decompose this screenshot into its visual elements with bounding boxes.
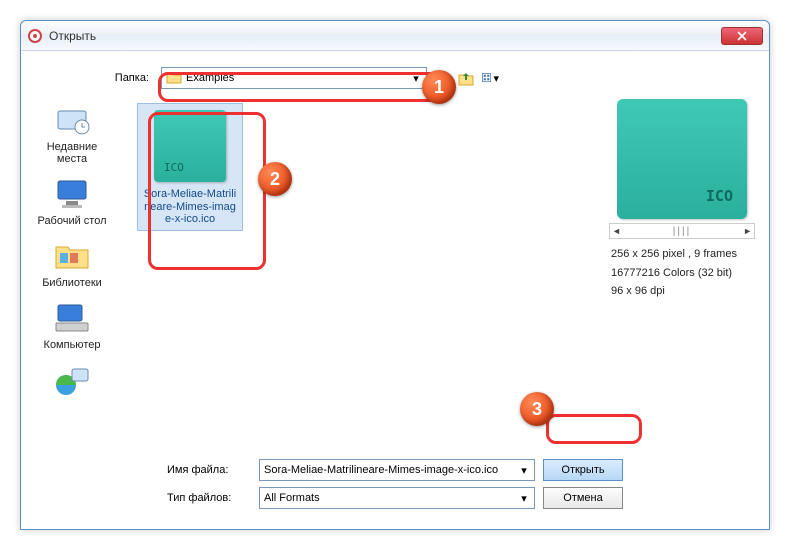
file-item[interactable]: Sora-Meliae-Matrilineare-Mimes-image-x-i… bbox=[137, 103, 243, 231]
dialog-content: Папка: Examples ▾ ▾ Недав bbox=[21, 51, 769, 529]
cancel-button[interactable]: Отмена bbox=[543, 487, 623, 509]
meta-dimensions: 256 x 256 pixel , 9 frames bbox=[611, 245, 757, 264]
open-button[interactable]: Открыть bbox=[543, 459, 623, 481]
filetype-value: All Formats bbox=[264, 492, 320, 504]
preview-thumbnail-icon bbox=[617, 99, 747, 219]
recent-places-icon bbox=[52, 103, 92, 137]
window-title: Открыть bbox=[49, 29, 721, 43]
folder-row: Папка: Examples ▾ ▾ bbox=[27, 67, 757, 89]
back-icon[interactable] bbox=[433, 69, 451, 87]
sidebar-item-label: Компьютер bbox=[32, 339, 112, 351]
desktop-icon bbox=[52, 177, 92, 211]
filetype-combo[interactable]: All Formats ▾ bbox=[259, 487, 535, 509]
meta-dpi: 96 x 96 dpi bbox=[611, 282, 757, 301]
file-name-label: Sora-Meliae-Matrilineare-Mimes-image-x-i… bbox=[142, 188, 238, 226]
mid-area: Недавние места Рабочий стол Библиотеки К… bbox=[27, 97, 757, 453]
filename-combo[interactable]: Sora-Meliae-Matrilineare-Mimes-image-x-i… bbox=[259, 459, 535, 481]
file-list-pane[interactable]: Sora-Meliae-Matrilineare-Mimes-image-x-i… bbox=[125, 97, 599, 453]
up-folder-icon[interactable] bbox=[457, 69, 475, 87]
scroll-track[interactable]: |||| bbox=[673, 226, 691, 237]
folder-value: Examples bbox=[186, 72, 234, 84]
preview-meta: 256 x 256 pixel , 9 frames 16777216 Colo… bbox=[607, 245, 757, 301]
sidebar-item-desktop[interactable]: Рабочий стол bbox=[32, 177, 112, 227]
file-thumbnail-icon bbox=[154, 110, 226, 182]
sidebar-item-computer[interactable]: Компьютер bbox=[32, 301, 112, 351]
computer-icon bbox=[52, 301, 92, 335]
folder-combo[interactable]: Examples ▾ bbox=[161, 67, 427, 89]
preview-scrollbar[interactable]: ◄ |||| ► bbox=[609, 223, 755, 239]
chevron-down-icon[interactable]: ▾ bbox=[408, 70, 424, 86]
sidebar-item-label: Недавние места bbox=[32, 141, 112, 165]
title-bar[interactable]: Открыть bbox=[21, 21, 769, 51]
close-button[interactable] bbox=[721, 27, 763, 45]
places-sidebar: Недавние места Рабочий стол Библиотеки К… bbox=[27, 97, 117, 453]
sidebar-item-network[interactable] bbox=[32, 363, 112, 401]
filename-label: Имя файла: bbox=[167, 464, 251, 476]
filename-value: Sora-Meliae-Matrilineare-Mimes-image-x-i… bbox=[264, 464, 498, 476]
chevron-down-icon[interactable]: ▾ bbox=[516, 462, 532, 478]
scroll-left-icon[interactable]: ◄ bbox=[612, 226, 621, 236]
folder-label: Папка: bbox=[95, 72, 149, 84]
filetype-label: Тип файлов: bbox=[167, 492, 251, 504]
open-dialog-window: Открыть Папка: Examples ▾ ▾ bbox=[20, 20, 770, 530]
view-menu-icon[interactable]: ▾ bbox=[481, 69, 499, 87]
bottom-panel: Имя файла: Sora-Meliae-Matrilineare-Mime… bbox=[27, 453, 757, 519]
scroll-right-icon[interactable]: ► bbox=[743, 226, 752, 236]
sidebar-item-libraries[interactable]: Библиотеки bbox=[32, 239, 112, 289]
meta-colors: 16777216 Colors (32 bit) bbox=[611, 264, 757, 283]
chevron-down-icon[interactable]: ▾ bbox=[516, 490, 532, 506]
network-icon bbox=[52, 363, 92, 397]
sidebar-item-recent[interactable]: Недавние места bbox=[32, 103, 112, 165]
app-icon bbox=[27, 28, 43, 44]
libraries-icon bbox=[52, 239, 92, 273]
folder-icon bbox=[166, 70, 182, 87]
preview-pane: ◄ |||| ► 256 x 256 pixel , 9 frames 1677… bbox=[607, 97, 757, 453]
sidebar-item-label: Рабочий стол bbox=[32, 215, 112, 227]
sidebar-item-label: Библиотеки bbox=[32, 277, 112, 289]
